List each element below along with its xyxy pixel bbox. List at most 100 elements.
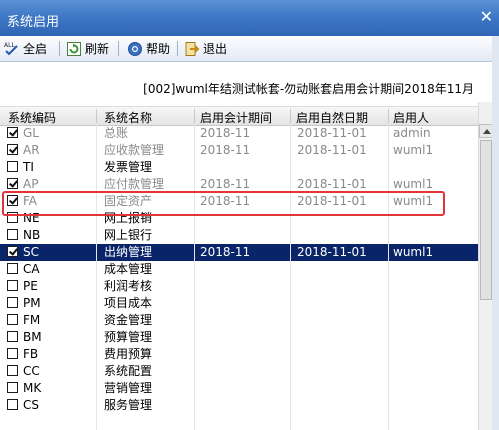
- toolbar-separator: [177, 41, 178, 56]
- toolbar-separator: [59, 41, 60, 56]
- vertical-scrollbar[interactable]: [478, 102, 493, 430]
- scroll-up-icon[interactable]: [479, 124, 493, 138]
- cell-period: 2018-11: [200, 245, 251, 259]
- cell-user: wuml1: [393, 245, 434, 259]
- account-info-text: [002]wuml年结测试帐套-勿动账套启用会计期间2018年11月: [143, 82, 474, 96]
- cell-name: 费用预算: [104, 347, 153, 361]
- toolbar: ALL 全启 刷新 帮助 退出: [0, 36, 499, 62]
- cell-date: 2018-11-01: [297, 245, 367, 259]
- system-enable-table: 系统编码 系统名称 启用会计期间 启用自然日期 启用人 GL 总账 2018-11 2…: [0, 102, 478, 430]
- table-row[interactable]: AR 应收款管理 2018-11 2018-11-01 wuml1: [0, 142, 478, 159]
- cell-name: 成本管理: [104, 262, 153, 276]
- enable-checkbox[interactable]: [7, 399, 18, 410]
- column-header-code[interactable]: 系统编码: [8, 109, 56, 126]
- column-header-date[interactable]: 启用自然日期: [296, 109, 368, 126]
- enable-checkbox[interactable]: [7, 144, 18, 155]
- table-row[interactable]: SC 出纳管理 2018-11 2018-11-01 wuml1: [0, 244, 478, 261]
- cell-user: admin: [393, 126, 431, 140]
- cell-name: 出纳管理: [104, 245, 153, 259]
- info-panel: [002]wuml年结测试帐套-勿动账套启用会计期间2018年11月: [0, 62, 492, 102]
- highlight-box: [2, 191, 445, 216]
- refresh-label: 刷新: [85, 42, 110, 56]
- enable-checkbox[interactable]: [7, 127, 18, 138]
- cell-code: AR: [23, 143, 40, 157]
- column-header-user[interactable]: 启用人: [393, 109, 429, 126]
- table-row[interactable]: MK 营销管理: [0, 380, 478, 397]
- table-header: 系统编码 系统名称 启用会计期间 启用自然日期 启用人: [0, 106, 478, 126]
- column-divider: [290, 124, 291, 430]
- table-row[interactable]: FM 资金管理: [0, 312, 478, 329]
- cell-name: 发票管理: [104, 160, 153, 174]
- cell-code: SC: [23, 245, 39, 259]
- cell-name: 利润考核: [104, 279, 153, 293]
- cell-date: 2018-11-01: [297, 143, 367, 157]
- enable-all-label: 全启: [23, 42, 48, 56]
- exit-button[interactable]: 退出: [184, 41, 227, 57]
- column-divider: [388, 124, 389, 430]
- enable-checkbox[interactable]: [7, 178, 18, 189]
- cell-code: PM: [23, 296, 41, 310]
- enable-checkbox[interactable]: [7, 263, 18, 274]
- cell-name: 总账: [104, 126, 129, 140]
- enable-checkbox[interactable]: [7, 365, 18, 376]
- table-row[interactable]: BM 预算管理: [0, 329, 478, 346]
- table-row[interactable]: GL 总账 2018-11 2018-11-01 admin: [0, 125, 478, 142]
- cell-name: 网上银行: [104, 228, 153, 242]
- exit-icon: [184, 41, 200, 61]
- table-row[interactable]: CA 成本管理: [0, 261, 478, 278]
- table-row[interactable]: NB 网上银行: [0, 227, 478, 244]
- table-row[interactable]: CC 系统配置: [0, 363, 478, 380]
- refresh-button[interactable]: 刷新: [66, 41, 109, 57]
- enable-all-button[interactable]: ALL 全启: [4, 41, 47, 57]
- cell-name: 应收款管理: [104, 143, 165, 157]
- table-row[interactable]: PE 利润考核: [0, 278, 478, 295]
- cell-period: 2018-11: [200, 143, 251, 157]
- cell-code: CC: [23, 364, 40, 378]
- table-row[interactable]: CS 服务管理: [0, 397, 478, 414]
- cell-code: CA: [23, 262, 40, 276]
- cell-code: MK: [23, 381, 42, 395]
- table-row[interactable]: FB 费用预算: [0, 346, 478, 363]
- close-icon[interactable]: ✕: [480, 9, 493, 25]
- enable-checkbox[interactable]: [7, 331, 18, 342]
- help-button[interactable]: 帮助: [127, 41, 170, 57]
- enable-checkbox[interactable]: [7, 229, 18, 240]
- table-row[interactable]: TI 发票管理: [0, 159, 478, 176]
- window-right-border: [492, 36, 499, 430]
- window-title: 系统启用: [7, 15, 60, 30]
- enable-checkbox[interactable]: [7, 314, 18, 325]
- exit-label: 退出: [203, 42, 228, 56]
- cell-code: FB: [23, 347, 39, 361]
- cell-name: 资金管理: [104, 313, 153, 327]
- refresh-icon: [66, 41, 82, 61]
- cell-code: NB: [23, 228, 41, 242]
- table-row[interactable]: PM 项目成本: [0, 295, 478, 312]
- cell-name: 项目成本: [104, 296, 153, 310]
- help-icon: [127, 41, 143, 61]
- column-header-period[interactable]: 启用会计期间: [200, 109, 272, 126]
- scroll-thumb[interactable]: [480, 140, 492, 300]
- enable-checkbox[interactable]: [7, 297, 18, 308]
- help-label: 帮助: [146, 42, 171, 56]
- cell-name: 服务管理: [104, 398, 153, 412]
- column-divider: [194, 124, 195, 430]
- enable-checkbox[interactable]: [7, 246, 18, 257]
- enable-checkbox[interactable]: [7, 161, 18, 172]
- cell-code: GL: [23, 126, 39, 140]
- cell-code: CS: [23, 398, 39, 412]
- column-header-name[interactable]: 系统名称: [104, 109, 152, 126]
- enable-checkbox[interactable]: [7, 280, 18, 291]
- enable-checkbox[interactable]: [7, 348, 18, 359]
- cell-code: PE: [23, 279, 38, 293]
- cell-name: 营销管理: [104, 381, 153, 395]
- window-titlebar: 系统启用 ✕: [0, 0, 499, 37]
- cell-code: TI: [23, 160, 34, 174]
- cell-code: FM: [23, 313, 41, 327]
- cell-code: BM: [23, 330, 42, 344]
- cell-date: 2018-11-01: [297, 126, 367, 140]
- column-divider: [96, 124, 97, 430]
- cell-user: wuml1: [393, 143, 434, 157]
- cell-period: 2018-11: [200, 126, 251, 140]
- toolbar-separator: [118, 41, 119, 56]
- enable-checkbox[interactable]: [7, 382, 18, 393]
